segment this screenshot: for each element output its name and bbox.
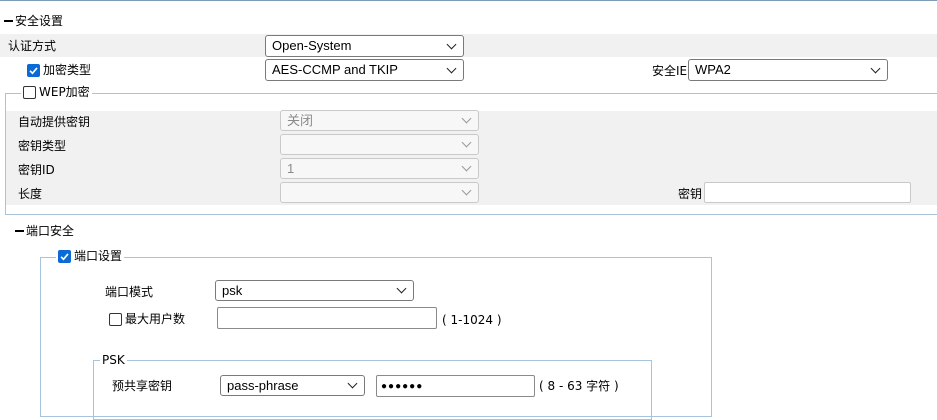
key-id-select[interactable]: 1 bbox=[280, 158, 479, 179]
key-id-label: 密钥ID bbox=[18, 163, 55, 177]
port-settings-checkbox[interactable] bbox=[58, 249, 71, 263]
psk-legend-label: PSK bbox=[102, 353, 125, 367]
max-users-checkbox[interactable] bbox=[109, 312, 122, 326]
length-select[interactable] bbox=[280, 182, 479, 203]
key-type-label: 密钥类型 bbox=[18, 139, 67, 153]
wep-encryption-toggle[interactable]: WEP加密 bbox=[21, 85, 92, 99]
top-border bbox=[0, 0, 937, 1]
collapse-icon bbox=[15, 230, 24, 232]
port-security-header[interactable]: 端口安全 bbox=[15, 224, 74, 238]
security-ie-select[interactable]: WPA2 bbox=[688, 59, 888, 81]
encryption-type-checkbox[interactable] bbox=[27, 63, 40, 77]
key-input[interactable] bbox=[704, 182, 911, 203]
max-users-label: 最大用户数 bbox=[125, 312, 186, 326]
chevron-down-icon bbox=[461, 137, 472, 148]
port-settings-label: 端口设置 bbox=[74, 249, 123, 263]
port-security-title: 端口安全 bbox=[26, 224, 75, 238]
security-settings-header[interactable]: 安全设置 bbox=[4, 14, 63, 28]
preshared-key-input[interactable]: ●●●●●● bbox=[376, 375, 535, 397]
max-users-input[interactable] bbox=[217, 307, 437, 329]
chevron-down-icon bbox=[870, 63, 881, 73]
wep-encryption-label: WEP加密 bbox=[39, 85, 90, 99]
port-mode-label: 端口模式 bbox=[105, 285, 154, 299]
port-settings-toggle[interactable]: 端口设置 bbox=[56, 249, 125, 263]
encryption-type-toggle[interactable]: 加密类型 bbox=[27, 63, 91, 77]
security-ie-label: 安全IE bbox=[652, 64, 688, 78]
length-label: 长度 bbox=[18, 187, 43, 201]
key-label: 密钥 bbox=[678, 187, 703, 201]
security-settings-title: 安全设置 bbox=[15, 14, 64, 28]
chevron-down-icon bbox=[461, 161, 472, 172]
auth-method-row bbox=[0, 34, 937, 57]
wep-encryption-checkbox[interactable] bbox=[23, 85, 36, 99]
chevron-down-icon bbox=[446, 39, 457, 49]
psk-legend: PSK bbox=[100, 353, 127, 367]
preshared-key-type-select[interactable]: pass-phrase bbox=[220, 375, 365, 396]
preshared-key-hint: ( 8 - 63 字符 ) bbox=[539, 379, 619, 393]
port-mode-select[interactable]: psk bbox=[215, 280, 414, 301]
encryption-type-label: 加密类型 bbox=[43, 63, 92, 77]
auth-method-label: 认证方式 bbox=[8, 39, 57, 53]
chevron-down-icon bbox=[396, 283, 407, 294]
max-users-hint: ( 1-1024 ) bbox=[442, 313, 502, 327]
preshared-key-label: 预共享密钥 bbox=[112, 379, 173, 393]
chevron-down-icon bbox=[461, 185, 472, 196]
auth-method-select[interactable]: Open-System bbox=[265, 35, 464, 57]
chevron-down-icon bbox=[461, 113, 472, 124]
auto-key-select[interactable]: 关闭 bbox=[280, 110, 479, 131]
key-type-select[interactable] bbox=[280, 134, 479, 155]
auto-key-label: 自动提供密钥 bbox=[18, 115, 91, 129]
chevron-down-icon bbox=[446, 63, 457, 73]
encryption-type-select[interactable]: AES-CCMP and TKIP bbox=[265, 59, 464, 81]
max-users-toggle[interactable]: 最大用户数 bbox=[109, 312, 185, 326]
chevron-down-icon bbox=[347, 378, 358, 389]
collapse-icon bbox=[4, 20, 13, 22]
